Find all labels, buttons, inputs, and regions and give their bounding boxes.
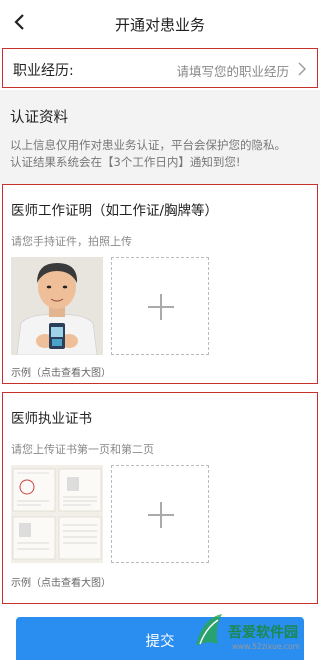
page-title: 开通对患业务: [114, 16, 205, 34]
watermark-url: www.52zixue.com: [232, 642, 300, 651]
career-placeholder: 请填写您的职业经历: [176, 64, 289, 79]
career-field[interactable]: 职业经历: 请填写您的职业经历: [2, 48, 318, 88]
license-upload-button[interactable]: [111, 465, 209, 563]
work-proof-upload-button[interactable]: [111, 257, 209, 355]
work-proof-card: 医师工作证明（如工作证/胸牌等） 请您手持证件，拍照上传 示例（点击查看大图）: [2, 184, 318, 384]
chevron-right-icon: [298, 62, 306, 76]
license-title: 医师执业证书: [11, 411, 92, 427]
work-proof-sample-image[interactable]: [11, 257, 103, 355]
certification-desc-line1: 以上信息仅用作对患业务认证，平台会保护您的隐私。: [10, 138, 286, 152]
license-card: 医师执业证书 请您上传证书第一页和第二页 示例（点击查看大图）: [2, 392, 318, 604]
work-proof-sample-caption[interactable]: 示例（点击查看大图）: [11, 364, 111, 379]
license-hint: 请您上传证书第一页和第二页: [11, 443, 154, 456]
license-sample-image[interactable]: [11, 465, 103, 563]
work-proof-hint: 请您手持证件，拍照上传: [11, 235, 132, 248]
license-sample-caption[interactable]: 示例（点击查看大图）: [11, 574, 111, 589]
watermark: 吾爱软件园 www.52zixue.com: [192, 600, 312, 658]
nav-bar: 开通对患业务: [0, 0, 320, 44]
work-proof-title: 医师工作证明（如工作证/胸牌等）: [11, 203, 219, 219]
certification-desc-line2: 认证结果系统会在【3个工作日内】通知到您!: [10, 155, 241, 169]
watermark-name: 吾爱软件园: [228, 625, 298, 641]
watermark-logo-icon: [196, 614, 222, 646]
career-label: 职业经历:: [13, 63, 74, 79]
certification-title: 认证资料: [10, 110, 68, 126]
